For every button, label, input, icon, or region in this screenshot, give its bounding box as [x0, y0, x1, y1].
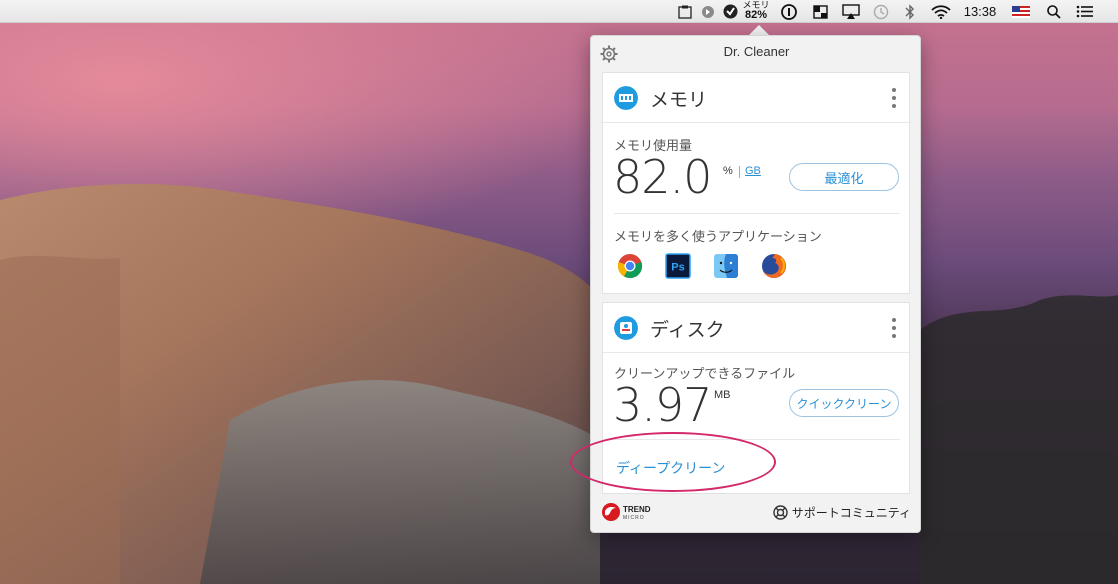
popover-title: Dr. Cleaner [723, 44, 790, 59]
photoshop-icon[interactable]: Ps [665, 253, 691, 279]
svg-text:Ps: Ps [671, 262, 684, 274]
popover-footer: TREND MICRO サポートコミュニティ [591, 492, 922, 532]
svg-text:MICRO: MICRO [623, 515, 645, 521]
firefox-icon[interactable] [761, 253, 787, 279]
info-icon[interactable] [779, 0, 799, 23]
bluetooth-icon[interactable] [901, 0, 919, 23]
memory-usage-value: 82.0 [613, 150, 712, 204]
lifebuoy-icon [773, 505, 788, 520]
dr-cleaner-icon[interactable] [721, 0, 739, 23]
spotlight-icon[interactable] [1044, 0, 1064, 23]
support-community-link[interactable]: サポートコミュニティ [773, 504, 911, 521]
cleanable-files-value: 3.97 [613, 378, 712, 432]
clipboard-icon[interactable] [675, 0, 695, 23]
circle-arrow-icon[interactable] [699, 0, 717, 23]
popover-arrow [749, 25, 769, 35]
highlight-ring [570, 432, 776, 492]
wallpaper-rock [0, 183, 1118, 584]
finder-icon[interactable] [713, 253, 739, 279]
memory-card-header: メモリ [603, 73, 909, 123]
memory-chip-icon [614, 86, 638, 110]
wifi-icon[interactable] [929, 0, 953, 23]
unit-mb: MB [714, 389, 731, 401]
disk-more-icon[interactable] [891, 318, 897, 338]
memory-card: メモリ メモリ使用量 82.0 % GB 最適化 メモリを多く使うアプリケーショ… [602, 72, 910, 294]
disk-card-header: ディスク [603, 303, 909, 353]
memory-more-icon[interactable] [891, 88, 897, 108]
memory-indicator-pct: 82% [744, 9, 768, 21]
airplay-icon[interactable] [840, 0, 862, 23]
menu-bar: メモリ 82% 13:38 [0, 0, 1118, 23]
memory-card-title: メモリ [650, 89, 708, 111]
time-machine-icon[interactable] [870, 0, 892, 23]
unit-percent[interactable]: % [723, 165, 733, 177]
unit-separator [739, 166, 740, 178]
window-icon[interactable] [810, 0, 830, 23]
chrome-icon[interactable] [617, 253, 643, 279]
quick-clean-button[interactable]: クイッククリーン [789, 389, 899, 417]
flag-us-icon[interactable] [1010, 0, 1032, 23]
memory-divider [614, 213, 900, 214]
disk-card-title: ディスク [650, 319, 725, 341]
unit-gb-link[interactable]: GB [745, 165, 761, 177]
disk-drive-icon [614, 316, 638, 340]
heavy-apps-label: メモリを多く使うアプリケーション [614, 230, 822, 245]
notification-list-icon[interactable] [1074, 0, 1096, 23]
trend-micro-logo[interactable]: TREND MICRO [601, 502, 661, 522]
memory-indicator[interactable]: メモリ 82% [741, 1, 771, 22]
svg-text:TREND: TREND [623, 505, 651, 514]
optimize-button[interactable]: 最適化 [789, 163, 899, 191]
support-community-label: サポートコミュニティ [791, 506, 911, 520]
clock[interactable]: 13:38 [958, 0, 1002, 23]
